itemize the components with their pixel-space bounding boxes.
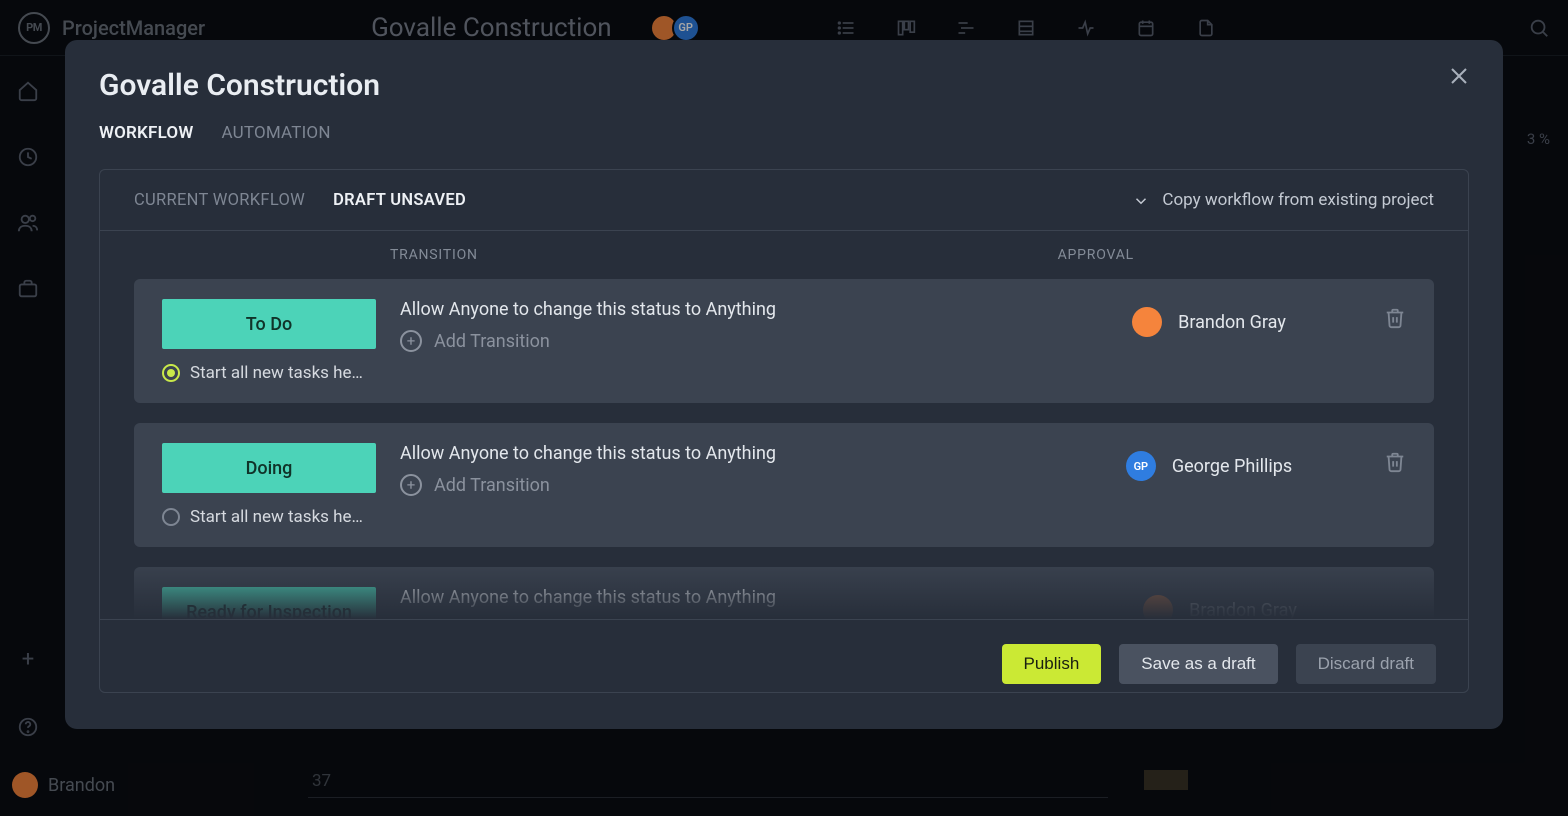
add-transition-label: Add Transition [434,619,550,620]
publish-button[interactable]: Publish [1002,644,1102,684]
approver-avatar-icon [1132,307,1162,337]
start-tasks-radio[interactable]: Start all new tasks he… [162,507,376,527]
panel-top: CURRENT WORKFLOW DRAFT UNSAVED Copy work… [100,170,1468,231]
approver-avatar-icon: GP [1126,451,1156,481]
approver-name: Brandon Gray [1189,600,1297,620]
save-draft-button[interactable]: Save as a draft [1119,644,1277,684]
tab-workflow[interactable]: WORKFLOW [99,123,193,143]
header-transition: TRANSITION [390,247,478,263]
copy-workflow-label: Copy workflow from existing project [1162,190,1434,210]
status-chip[interactable]: Ready for Inspection [162,587,376,619]
workflow-card: Doing Start all new tasks he… Allow Anyo… [134,423,1434,547]
modal-tabs: WORKFLOW AUTOMATION [99,123,1469,143]
transition-rule: Allow Anyone to change this status to An… [400,587,1040,608]
workflow-card: Ready for Inspection Allow Anyone to cha… [134,567,1434,619]
chevron-down-icon [1132,192,1150,210]
radio-icon [162,508,180,526]
plus-circle-icon: + [400,330,422,352]
modal-overlay: Govalle Construction WORKFLOW AUTOMATION… [0,0,1568,816]
approver[interactable]: GP George Phillips [1132,451,1292,481]
status-chip[interactable]: Doing [162,443,376,493]
discard-draft-button[interactable]: Discard draft [1296,644,1436,684]
radio-label: Start all new tasks he… [190,507,363,527]
add-transition-label: Add Transition [434,331,550,352]
approver[interactable]: Brandon Gray [1138,307,1286,337]
plus-circle-icon: + [400,474,422,496]
delete-button[interactable] [1384,307,1406,329]
start-tasks-radio[interactable]: Start all new tasks he… [162,363,376,383]
status-chip[interactable]: To Do [162,299,376,349]
radio-label: Start all new tasks he… [190,363,363,383]
add-transition-button[interactable]: + Add Transition [400,618,1040,619]
approver-name: George Phillips [1172,456,1292,477]
plus-circle-icon: + [400,618,422,619]
approver-avatar-icon [1143,595,1173,619]
modal-title: Govalle Construction [99,68,1469,103]
modal-footer: Publish Save as a draft Discard draft [100,619,1468,692]
copy-workflow-link[interactable]: Copy workflow from existing project [1132,190,1434,210]
transition-rule: Allow Anyone to change this status to An… [400,299,1040,320]
workflow-panel: CURRENT WORKFLOW DRAFT UNSAVED Copy work… [99,169,1469,693]
subtab-current-workflow[interactable]: CURRENT WORKFLOW [134,191,305,210]
add-transition-button[interactable]: + Add Transition [400,330,1040,352]
add-transition-label: Add Transition [434,475,550,496]
header-approval: APPROVAL [1058,247,1134,263]
radio-icon [162,364,180,382]
close-button[interactable] [1447,64,1475,92]
approver-name: Brandon Gray [1178,312,1286,333]
add-transition-button[interactable]: + Add Transition [400,474,1040,496]
tab-automation[interactable]: AUTOMATION [221,123,330,143]
approver[interactable]: Brandon Gray [1149,595,1297,619]
transition-rule: Allow Anyone to change this status to An… [400,443,1040,464]
panel-subtabs: CURRENT WORKFLOW DRAFT UNSAVED [134,191,466,210]
workflow-modal: Govalle Construction WORKFLOW AUTOMATION… [65,40,1503,729]
workflow-list: To Do Start all new tasks he… Allow Anyo… [100,279,1468,619]
workflow-card: To Do Start all new tasks he… Allow Anyo… [134,279,1434,403]
subtab-draft-unsaved[interactable]: DRAFT UNSAVED [333,191,466,210]
delete-button[interactable] [1384,451,1406,473]
column-headers: TRANSITION APPROVAL [100,231,1468,279]
